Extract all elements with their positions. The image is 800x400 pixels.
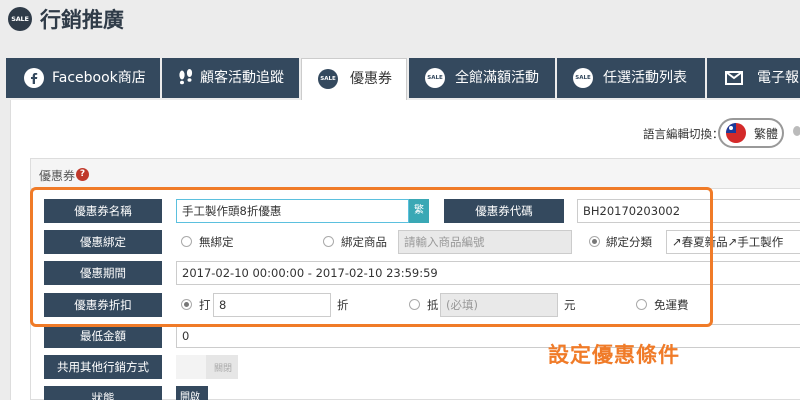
language-switch-label: 語言編輯切換： <box>643 127 724 141</box>
toggle-knob <box>176 355 206 379</box>
tab-label: 顧客活動追蹤 <box>200 70 284 86</box>
panel-header: 優惠券 ? <box>31 159 800 189</box>
tab-customer-tracking[interactable]: 顧客活動追蹤 <box>162 58 299 98</box>
panel-title: 優惠券 <box>39 169 76 183</box>
combine-promotions-toggle[interactable]: 關閉 <box>176 355 238 379</box>
tab-storewide-promotion[interactable]: SALE 全館滿額活動 <box>409 58 555 98</box>
tab-label: 電子報 <box>757 70 799 86</box>
tab-facebook-store[interactable]: Facebook商店 <box>6 58 160 98</box>
facebook-icon <box>24 68 44 88</box>
tab-bundle-list[interactable]: SALE 任選活動列表 <box>557 58 705 98</box>
min-amount-input[interactable]: 0 <box>176 324 800 348</box>
annotation-text: 設定優惠條件 <box>548 343 680 367</box>
toggle-off-label: 關閉 <box>214 364 233 374</box>
highlight-box <box>30 187 713 327</box>
tab-label: 全館滿額活動 <box>455 70 539 86</box>
tab-bar: Facebook商店 顧客活動追蹤 SALE 優惠券 SALE 全館滿額活動 S… <box>0 58 800 100</box>
status-toggle[interactable]: 開啟 <box>176 386 208 400</box>
footprints-icon <box>179 69 193 85</box>
tab-coupons[interactable]: SALE 優惠券 <box>301 58 407 100</box>
taiwan-flag-icon <box>726 123 746 143</box>
sale-icon: SALE <box>8 7 32 31</box>
page-header: SALE 行銷推廣 <box>0 0 800 44</box>
tab-label: 任選活動列表 <box>603 70 687 86</box>
envelope-icon <box>725 71 743 85</box>
language-toggle[interactable]: 繁體 <box>718 118 784 148</box>
status-label: 狀態 <box>44 386 162 400</box>
sale-icon: SALE <box>318 69 338 89</box>
tab-label: 優惠券 <box>350 71 392 87</box>
tab-label: Facebook商店 <box>52 70 146 86</box>
combine-promotions-label: 共用其他行銷方式 <box>44 355 162 379</box>
language-option-icon[interactable] <box>793 126 800 136</box>
question-icon[interactable]: ? <box>76 168 89 181</box>
page-title: 行銷推廣 <box>40 8 124 32</box>
language-current: 繁體 <box>754 127 779 141</box>
tab-newsletter[interactable]: 電子報 <box>707 58 800 98</box>
sale-icon: SALE <box>573 68 593 88</box>
min-amount-label: 最低金額 <box>44 324 162 348</box>
sale-icon: SALE <box>425 68 445 88</box>
